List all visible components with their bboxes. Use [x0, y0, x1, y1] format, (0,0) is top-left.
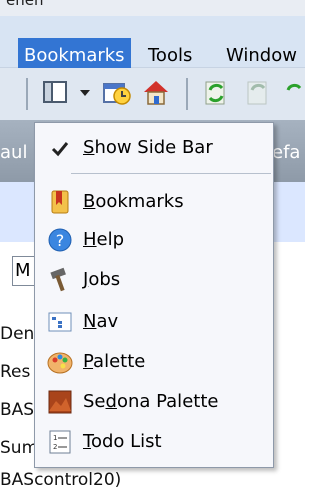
svg-text:1: 1 — [53, 434, 57, 442]
hammer-icon — [47, 267, 73, 293]
chevron-down-icon[interactable] — [76, 76, 94, 108]
menu-item-sedona-palette[interactable]: Sedona Palette — [35, 383, 273, 421]
search-input-text: M — [15, 260, 31, 281]
menu-separator — [71, 173, 271, 174]
menu-item-jobs[interactable]: Jobs — [35, 261, 273, 299]
menu-item-label: Nav — [83, 311, 119, 332]
side-bar-dropdown-menu: Show Side Bar Bookmarks ? Help Jobs Nav … — [34, 122, 274, 468]
sedona-palette-icon — [47, 389, 73, 415]
checkmark-icon — [47, 135, 73, 161]
tree-item[interactable]: Den — [0, 324, 34, 344]
tree-item[interactable]: BAS — [0, 400, 34, 420]
menu-bar: Bookmarks Tools Window — [0, 16, 305, 74]
bookmark-icon — [47, 189, 73, 215]
menu-item-label: Palette — [83, 351, 146, 372]
window-title-strip: enen — [0, 0, 305, 16]
side-bar-toggle-icon[interactable] — [40, 76, 72, 108]
tab-fragment-left[interactable]: aul — [0, 142, 27, 163]
refresh-disabled-icon[interactable] — [242, 76, 274, 108]
menu-item-label: Sedona Palette — [83, 391, 219, 412]
home-icon[interactable] — [140, 76, 172, 108]
menu-item-label: Show Side Bar — [83, 137, 213, 158]
menu-item-todo-list[interactable]: 1 2 Todo List — [35, 423, 273, 461]
menu-item-nav[interactable]: Nav — [35, 303, 273, 341]
tree-item[interactable]: BAScontrol20) — [0, 470, 121, 490]
history-icon[interactable] — [100, 76, 132, 108]
window-title-fragment: enen — [6, 0, 44, 9]
tab-fragment-right[interactable]: efa — [272, 142, 300, 163]
svg-text:2: 2 — [53, 443, 57, 451]
menu-item-label: Bookmarks — [83, 191, 184, 212]
tree-item[interactable]: Sum — [0, 438, 38, 458]
menu-item-label: Jobs — [83, 269, 121, 290]
menu-item-show-side-bar[interactable]: Show Side Bar — [35, 129, 273, 167]
refresh-icon[interactable] — [200, 76, 232, 108]
menu-item-help[interactable]: ? Help — [35, 221, 273, 259]
toolbar — [0, 68, 305, 120]
tree-item[interactable]: Res — [0, 362, 30, 382]
list-icon: 1 2 — [47, 429, 73, 455]
svg-text:?: ? — [56, 231, 65, 250]
menu-item-palette[interactable]: Palette — [35, 343, 273, 381]
menu-item-label: Todo List — [83, 431, 162, 452]
refresh-icon[interactable] — [284, 76, 316, 108]
toolbar-separator — [26, 78, 28, 110]
nav-tree-icon — [47, 309, 73, 335]
palette-icon — [47, 349, 73, 375]
menu-item-bookmarks[interactable]: Bookmarks — [35, 183, 273, 221]
menu-item-label: Help — [83, 229, 125, 250]
toolbar-separator — [186, 78, 188, 110]
help-icon: ? — [47, 227, 73, 253]
